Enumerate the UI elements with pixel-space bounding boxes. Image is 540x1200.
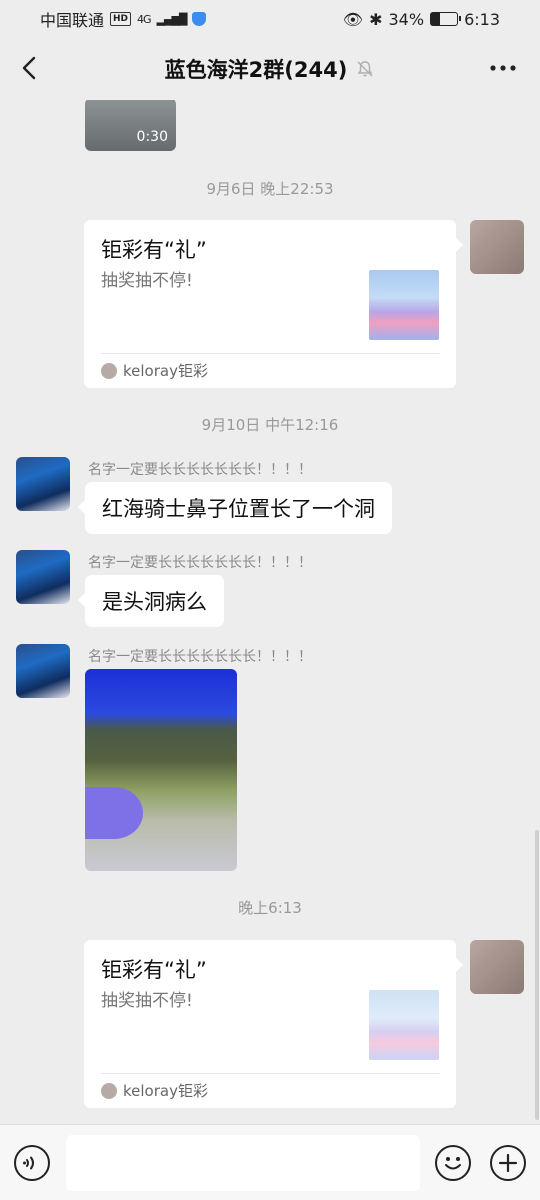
clock: 6:13: [464, 9, 500, 29]
message-text: 是头洞病么: [102, 590, 207, 614]
sender-name: 名字一定要长长长长长长长！！！！: [88, 462, 312, 478]
bell-off-icon: [357, 61, 373, 77]
mini-program-card[interactable]: 钜彩有“礼” 抽奖抽不停! keloray钜彩: [84, 940, 463, 1108]
bluetooth-icon: ✱: [369, 9, 383, 29]
source-icon: [101, 1082, 117, 1099]
status-right: 👁 ✱ 34% 6:13: [343, 10, 500, 29]
emoji-button[interactable]: [435, 1145, 471, 1181]
card-source: keloray钜彩: [101, 1080, 208, 1101]
image-message[interactable]: [85, 669, 237, 871]
title-wrap: 蓝色海洋2群(244): [165, 54, 376, 84]
battery-icon: [430, 12, 462, 26]
timestamp: 9月10日 中午12:16: [201, 416, 339, 434]
card-divider: [101, 353, 439, 354]
card-thumbnail: [369, 270, 439, 340]
video-duration: 0:30: [136, 129, 168, 145]
back-button[interactable]: [14, 53, 44, 83]
card-title: 钜彩有“礼”: [101, 958, 207, 982]
message-bubble[interactable]: 红海骑士鼻子位置长了一个洞: [78, 482, 392, 534]
avatar[interactable]: [16, 644, 70, 698]
voice-icon: [23, 1156, 34, 1170]
video-message[interactable]: 0:30: [85, 100, 176, 151]
message-input[interactable]: [66, 1135, 420, 1191]
chat-area[interactable]: 0:30 9月6日 晚上22:53 钜彩有“礼” 抽奖抽不停! keloray钜…: [0, 100, 540, 1124]
card-description: 抽奖抽不停!: [101, 991, 193, 1011]
card-divider: [101, 1073, 439, 1074]
more-horizontal-icon: [490, 65, 516, 71]
card-source-label: keloray钜彩: [123, 1082, 208, 1100]
card-title: 钜彩有“礼”: [101, 238, 207, 262]
chevron-left-icon: [22, 56, 36, 80]
hd-badge: HD: [110, 12, 132, 26]
card-source: keloray钜彩: [101, 360, 208, 381]
status-bar: 中国联通 HD 4G ▂▄▆█ 👁 ✱ 34% 6:13: [0, 0, 540, 38]
source-icon: [101, 362, 117, 379]
avatar[interactable]: [16, 457, 70, 511]
input-bar: [0, 1124, 540, 1200]
message-text: 红海骑士鼻子位置长了一个洞: [102, 497, 375, 521]
fish-shape: [85, 787, 143, 839]
avatar[interactable]: [470, 220, 524, 274]
mini-program-card[interactable]: 钜彩有“礼” 抽奖抽不停! keloray钜彩: [84, 220, 463, 388]
battery-fill: [431, 13, 440, 25]
carrier-label: 中国联通: [40, 11, 105, 30]
timestamp: 晚上6:13: [238, 899, 302, 917]
avatar[interactable]: [470, 940, 524, 994]
card-thumbnail: [369, 990, 439, 1060]
network-type: 4G: [137, 12, 151, 26]
timestamp: 9月6日 晚上22:53: [206, 180, 334, 198]
emoji-icon: [445, 1157, 461, 1170]
battery-percent: 34%: [388, 9, 425, 29]
scrollbar[interactable]: [535, 830, 539, 1120]
voice-button[interactable]: [14, 1145, 50, 1181]
plus-button[interactable]: [490, 1145, 526, 1181]
sender-name: 名字一定要长长长长长长长！！！！: [88, 649, 312, 665]
card-source-label: keloray钜彩: [123, 362, 208, 380]
plus-icon: [498, 1153, 518, 1173]
eye-icon: 👁: [342, 9, 364, 29]
chat-title: 蓝色海洋2群(244): [164, 58, 348, 82]
avatar[interactable]: [16, 550, 70, 604]
card-description: 抽奖抽不停!: [101, 271, 193, 291]
sender-name: 名字一定要长长长长长长长！！！！: [88, 555, 312, 571]
more-button[interactable]: [488, 56, 518, 80]
status-left: 中国联通 HD 4G ▂▄▆█: [40, 7, 207, 31]
signal-icon: ▂▄▆█: [156, 12, 188, 26]
shield-icon: [192, 12, 207, 26]
message-bubble[interactable]: 是头洞病么: [78, 575, 224, 627]
chat-header: 蓝色海洋2群(244): [0, 38, 540, 100]
